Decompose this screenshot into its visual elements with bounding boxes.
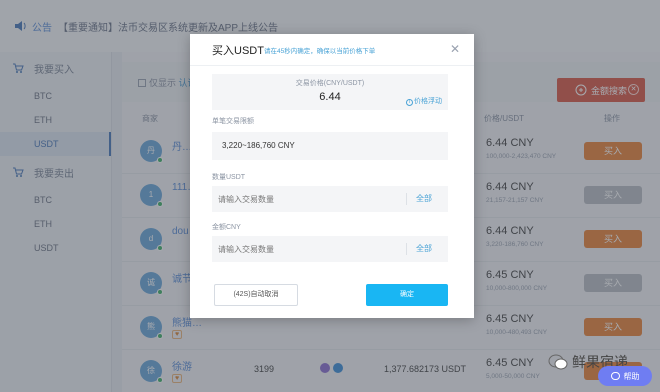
confirm-button[interactable]: 确定 bbox=[366, 284, 448, 306]
dialog-header: 买入USDT 请在45秒内确定，确保以当前价格下单 ✕ bbox=[190, 34, 474, 66]
close-icon[interactable]: ✕ bbox=[448, 42, 462, 56]
limit-value: 3,220~186,760 CNY bbox=[222, 141, 295, 150]
price-box: 交易价格(CNY/USDT) 6.44 i 价格浮动 bbox=[212, 74, 448, 110]
auto-cancel-button[interactable]: (42S)自动取消 bbox=[214, 284, 298, 306]
quantity-field: 全部 bbox=[212, 186, 448, 212]
dialog-title: 买入USDT bbox=[212, 45, 264, 57]
price-float-link[interactable]: i 价格浮动 bbox=[406, 96, 442, 106]
field-divider bbox=[406, 193, 407, 205]
amount-input[interactable] bbox=[218, 242, 398, 256]
chat-bubble-icon bbox=[610, 372, 620, 380]
dialog-subtitle: 请在45秒内确定，确保以当前价格下单 bbox=[264, 48, 376, 55]
help-button[interactable]: 帮助 bbox=[598, 366, 652, 386]
amount-field: 全部 bbox=[212, 236, 448, 262]
limit-label: 单笔交易限额 bbox=[212, 118, 254, 125]
quantity-all-button[interactable]: 全部 bbox=[416, 193, 432, 204]
quantity-label: 数量USDT bbox=[212, 174, 246, 181]
amount-all-button[interactable]: 全部 bbox=[416, 243, 432, 254]
quantity-input[interactable] bbox=[218, 192, 398, 206]
price-label: 交易价格(CNY/USDT) bbox=[295, 80, 365, 87]
info-icon: i bbox=[406, 99, 413, 106]
field-divider bbox=[406, 243, 407, 255]
wechat-icon bbox=[548, 354, 568, 370]
limit-box: 3,220~186,760 CNY bbox=[212, 132, 448, 160]
amount-label: 金额CNY bbox=[212, 224, 241, 231]
buy-usdt-dialog: 买入USDT 请在45秒内确定，确保以当前价格下单 ✕ 交易价格(CNY/USD… bbox=[190, 34, 474, 318]
